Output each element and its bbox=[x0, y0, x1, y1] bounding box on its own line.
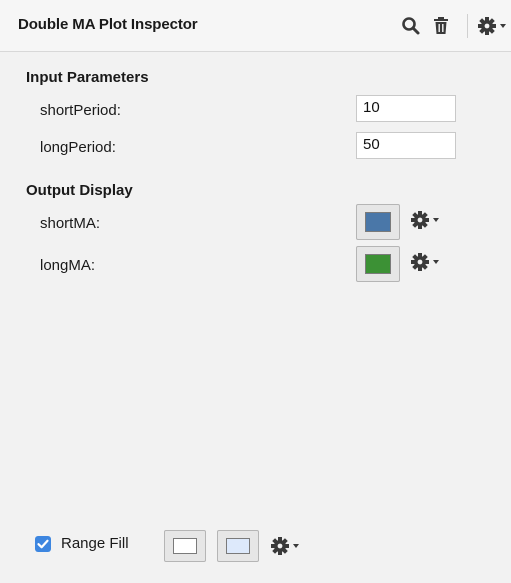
range-fill-lower-color-well[interactable] bbox=[217, 530, 259, 562]
long-ma-color-well[interactable] bbox=[356, 246, 400, 282]
short-ma-gear-menu[interactable] bbox=[410, 210, 444, 235]
checkmark-icon bbox=[37, 539, 49, 549]
inspector-header: Double MA Plot Inspector bbox=[0, 0, 511, 52]
long-ma-label: longMA: bbox=[40, 257, 96, 274]
range-fill-gear-menu[interactable] bbox=[270, 536, 304, 561]
range-fill-label: Range Fill bbox=[61, 535, 129, 552]
short-ma-color-swatch bbox=[365, 212, 391, 232]
chevron-down-icon bbox=[500, 24, 506, 28]
long-period-field[interactable]: 50 bbox=[356, 132, 456, 159]
short-period-label: shortPeriod: bbox=[40, 102, 121, 119]
input-parameters-heading: Input Parameters bbox=[26, 69, 149, 86]
gear-icon[interactable] bbox=[477, 16, 511, 41]
trash-icon[interactable] bbox=[432, 16, 450, 41]
range-fill-lower-swatch bbox=[226, 538, 250, 554]
search-icon[interactable] bbox=[401, 16, 421, 41]
inspector-title: Double MA Plot Inspector bbox=[18, 16, 198, 33]
short-ma-color-well[interactable] bbox=[356, 204, 400, 240]
toolbar-separator bbox=[467, 14, 468, 38]
short-ma-label: shortMA: bbox=[40, 215, 101, 232]
range-fill-upper-color-well[interactable] bbox=[164, 530, 206, 562]
range-fill-upper-swatch bbox=[173, 538, 197, 554]
long-ma-gear-menu[interactable] bbox=[410, 252, 444, 277]
output-display-heading: Output Display bbox=[26, 182, 133, 199]
long-ma-color-swatch bbox=[365, 254, 391, 274]
short-period-field[interactable]: 10 bbox=[356, 95, 456, 122]
long-period-label: longPeriod: bbox=[40, 139, 116, 156]
range-fill-checkbox[interactable] bbox=[35, 536, 51, 552]
